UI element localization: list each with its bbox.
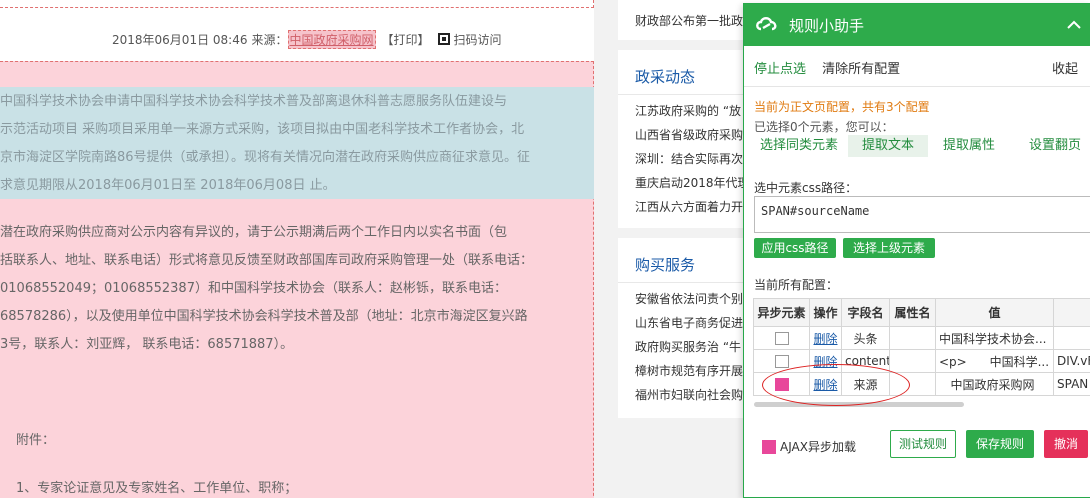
column-header: [1053, 298, 1090, 327]
paragraph-highlight: 中国科学技术协会申请中国科学技术协会科学技术普及部离退休科普志愿服务队伍建设与 …: [0, 87, 594, 199]
column-header: 异步元素: [753, 298, 810, 327]
select-parent-button[interactable]: 选择上级元素: [843, 238, 935, 258]
divider: [618, 94, 760, 95]
panel-title: 规则小助手: [789, 17, 865, 35]
paragraph-line: 3号，联系人：刘亚辉， 联系电话：68571887）。: [0, 337, 294, 352]
selector-cell: [1053, 326, 1090, 350]
selector-cell: SPAN: [1053, 372, 1090, 396]
sidebar-top-card: 财政部公布第一批政: [618, 0, 760, 40]
paragraph-line: 潜在政府采购供应商对公示内容有异议的，请于公示期满后两个工作日内以实名书面（包: [0, 225, 508, 240]
config-info: 当前为正文页配置，共有3个配置: [754, 100, 930, 114]
article-content: 2018年06月01日 08:46 来源： 中国政府采购网 【打印】 扫码访问 …: [0, 0, 610, 498]
selected-info: 已选择0个元素，您可以：: [754, 120, 894, 134]
attachment-label: 附件：: [16, 433, 56, 448]
source-prefix: 来源：: [251, 32, 288, 47]
paragraph-line: 中国科学技术协会申请中国科学技术协会科学技术普及部离退休科普志愿服务队伍建设与: [0, 94, 508, 109]
selection-outline-top: [0, 0, 594, 8]
async-checkbox[interactable]: [774, 332, 789, 345]
attachment-item: 1、专家论证意见及专家姓名、工作单位、职称；: [16, 481, 298, 496]
cloud-link-icon: [756, 17, 777, 31]
list-item[interactable]: 江西从六方面着力开: [635, 198, 743, 215]
list-item[interactable]: 江苏政府采购的 “放: [635, 102, 741, 119]
paragraph-line: 示范活动项目 采购项目采用单一来源方式采购，该项目拟由中国老科学技术工作者协会，…: [0, 122, 525, 137]
chevron-up-icon[interactable]: [1066, 17, 1082, 33]
column-header: 字段名: [841, 298, 890, 327]
list-item[interactable]: 深圳：结合实际再次: [635, 150, 743, 167]
action-row: 选择同类元素 提取文本 提取属性 设置翻页: [750, 135, 1090, 157]
annotation-ellipse: [762, 364, 910, 406]
source-name-highlight[interactable]: 中国政府采购网: [287, 29, 376, 49]
column-header: 操作: [809, 298, 842, 327]
article-meta: 2018年06月01日 08:46 来源： 中国政府采购网 【打印】 扫码访问: [112, 29, 502, 49]
paragraph-line: 68578286），以及使用单位中国科学技术协会科学技术普及部（地址：北京市海淀…: [0, 309, 528, 324]
css-path-label: 选中元素css路径：: [754, 181, 858, 195]
ajax-option[interactable]: AJAX异步加载: [762, 438, 856, 455]
selector-cell: DIV.vF: [1053, 349, 1090, 373]
cancel-button[interactable]: 撤消: [1044, 430, 1088, 458]
paragraph-line: 括联系人、地址、联系电话）形式将意见反馈至财政部国库司政府采购管理一处（联系电话…: [0, 253, 534, 268]
clear-all-link[interactable]: 清除所有配置: [822, 62, 900, 77]
list-item[interactable]: 山西省省级政府采购: [635, 126, 743, 143]
procurement-news-card: 政采动态 江苏政府采购的 “放 山西省省级政府采购 深圳：结合实际再次 重庆启动…: [618, 50, 760, 228]
paragraph-line: 01068552049；01068552387）和中国科学技术协会（联系人：赵彬…: [0, 281, 507, 296]
purchase-service-card: 购买服务 安徽省依法问责个别 山东省电子商务促进 政府购买服务治 “牛 樟树市规…: [618, 238, 760, 418]
apply-css-button[interactable]: 应用css路径: [754, 238, 836, 258]
attr-cell: [889, 349, 936, 373]
stop-select-link[interactable]: 停止点选: [754, 62, 806, 77]
css-path-input[interactable]: SPAN#sourceName: [754, 196, 1090, 233]
sidebar-column: 财政部公布第一批政 政采动态 江苏政府采购的 “放 山西省省级政府采购 深圳：结…: [610, 0, 760, 498]
paragraph-line: 求意见期限从2018年06月01日至 2018年06月08日 止。: [0, 178, 336, 193]
scan-link[interactable]: 扫码访问: [454, 31, 502, 48]
value-cell: 中国科学技术协会...: [935, 326, 1054, 350]
table-row: 删除 头条 中国科学技术协会...: [753, 326, 1090, 350]
collapse-link[interactable]: 收起: [1052, 58, 1078, 77]
attr-cell: [889, 326, 936, 350]
field-cell: 头条: [841, 326, 890, 350]
column-gap: [594, 0, 610, 498]
list-item[interactable]: 福州市妇联向社会购: [635, 386, 743, 403]
table-header-row: 异步元素 操作 字段名 属性名 值: [753, 298, 1090, 327]
rule-helper-panel: 规则小助手 停止点选 清除所有配置 收起 当前为正文页配置，共有3个配置 已选择…: [743, 3, 1090, 498]
column-header: 值: [935, 298, 1054, 327]
ajax-label: AJAX异步加载: [780, 440, 856, 454]
save-rule-button[interactable]: 保存规则: [966, 430, 1034, 458]
async-cell: [753, 326, 810, 350]
divider: [618, 282, 760, 283]
paragraph-line: 京市海淀区学院南路86号提供（或承担）。现将有关情况向潜在政府采购供应商征求意见…: [0, 150, 531, 165]
ajax-checkbox[interactable]: [762, 439, 776, 454]
value-cell: 中国政府采购网: [935, 372, 1054, 396]
list-item[interactable]: 山东省电子商务促进: [635, 314, 743, 331]
content-selection-box[interactable]: 中国科学技术协会申请中国科学技术协会科学技术普及部离退休科普志愿服务队伍建设与 …: [0, 61, 594, 498]
list-item[interactable]: 重庆启动2018年代理: [635, 174, 750, 191]
list-item[interactable]: 樟树市规范有序开展: [635, 362, 743, 379]
set-paging-button[interactable]: 设置翻页: [1029, 135, 1081, 157]
article-date: 2018年06月01日 08:46: [112, 32, 248, 47]
qr-code-icon[interactable]: [437, 33, 450, 45]
panel-toolbar: 停止点选 清除所有配置: [754, 58, 912, 77]
panel-header: 规则小助手: [744, 4, 1090, 46]
print-link[interactable]: 【打印】: [382, 31, 430, 48]
procurement-news-title[interactable]: 政采动态: [635, 66, 695, 87]
list-item[interactable]: 政府购买服务治 “牛: [635, 338, 741, 355]
column-header: 属性名: [889, 298, 936, 327]
sidebar-top-item[interactable]: 财政部公布第一批政: [635, 12, 743, 29]
extract-attr-button[interactable]: 提取属性: [943, 135, 995, 157]
all-configs-label: 当前所有配置：: [754, 278, 839, 292]
purchase-service-title[interactable]: 购买服务: [635, 254, 695, 275]
list-item[interactable]: 安徽省依法问责个别: [635, 290, 743, 307]
delete-link[interactable]: 删除: [809, 326, 842, 350]
async-checkbox[interactable]: [774, 355, 789, 368]
test-rule-button[interactable]: 测试规则: [890, 430, 956, 458]
extract-text-button[interactable]: 提取文本: [848, 135, 929, 157]
divider: [744, 86, 1090, 87]
select-similar-button[interactable]: 选择同类元素: [760, 135, 838, 157]
value-cell: <p> 中国科学...: [935, 349, 1054, 373]
